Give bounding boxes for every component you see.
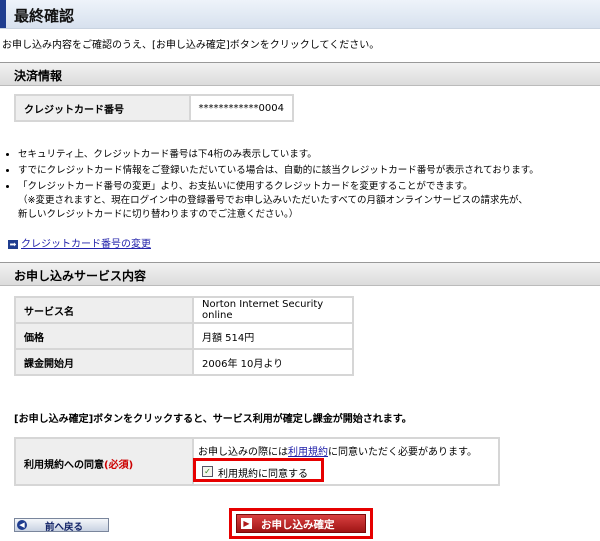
back-button-label: 前へ戻る xyxy=(45,522,84,533)
agreement-label: 利用規約への同意 xyxy=(24,460,104,471)
required-badge: (必須) xyxy=(104,460,134,471)
confirm-notice: [お申し込み確定]ボタンをクリックすると、サービス利用が確定し課金が開始されます… xyxy=(14,414,412,425)
service-section-header: お申し込みサービス内容 xyxy=(0,262,600,286)
note-item: すでにクレジットカード情報をご登録いただいている場合は、自動的に該当クレジットカ… xyxy=(18,164,598,178)
card-number-value: ************0004 xyxy=(190,96,292,120)
billing-start-value: 2006年 10月より xyxy=(194,350,352,374)
note-text: （※変更されますと、現在ログイン中の登録番号でお申し込みいただいたすべての月額オ… xyxy=(18,195,528,206)
arrow-right-icon: ➡ xyxy=(8,239,18,249)
play-icon: ▶ xyxy=(241,518,252,529)
title-accent-bar xyxy=(0,0,6,28)
payment-section-title: 決済情報 xyxy=(14,69,63,83)
price-value: 月額 514円 xyxy=(194,324,352,348)
change-card-link-row: ➡ クレジットカード番号の変更 xyxy=(8,235,151,250)
billing-start-label: 課金開始月 xyxy=(16,350,192,374)
price-label: 価格 xyxy=(16,324,192,348)
agree-checkbox[interactable]: ✓ xyxy=(202,466,213,477)
terms-link[interactable]: 利用規約 xyxy=(288,447,328,458)
arrow-left-icon: ◀ xyxy=(17,520,27,530)
page-title: 最終確認 xyxy=(14,7,75,25)
service-name-value: Norton Internet Security online xyxy=(194,298,352,322)
card-number-label: クレジットカード番号 xyxy=(16,96,189,120)
table-row: 課金開始月 2006年 10月より xyxy=(16,350,352,374)
agree-checkbox-highlight: ✓ 利用規約に同意する xyxy=(193,458,324,482)
payment-notes: セキュリティ上、クレジットカード番号は下4桁のみ表示しています。 すでにクレジッ… xyxy=(0,148,598,224)
note-item: セキュリティ上、クレジットカード番号は下4桁のみ表示しています。 xyxy=(18,148,598,162)
payment-section-header: 決済情報 xyxy=(0,62,600,86)
note-text: 「クレジットカード番号の変更」より、お支払いに使用するクレジットカードを変更する… xyxy=(18,181,473,192)
note-text: 新しいクレジットカードに切り替わりますのでご注意ください。） xyxy=(18,209,299,220)
intro-text: お申し込み内容をご確認のうえ、[お申し込み確定]ボタンをクリックしてください。 xyxy=(2,40,380,51)
service-section-title: お申し込みサービス内容 xyxy=(14,269,147,283)
title-bar: 最終確認 xyxy=(0,0,600,29)
table-row: サービス名 Norton Internet Security online xyxy=(16,298,352,322)
change-card-link[interactable]: クレジットカード番号の変更 xyxy=(21,239,151,250)
agreement-label-cell: 利用規約への同意(必須) xyxy=(16,439,192,484)
submit-button-label: お申し込み確定 xyxy=(261,519,335,531)
service-table: サービス名 Norton Internet Security online 価格… xyxy=(14,296,354,376)
back-button[interactable]: ◀ 前へ戻る xyxy=(14,518,109,533)
note-item: 「クレジットカード番号の変更」より、お支払いに使用するクレジットカードを変更する… xyxy=(18,180,598,222)
card-number-row: クレジットカード番号 ************0004 xyxy=(16,96,292,120)
agreement-message: お申し込みの際には利用規約に同意いただく必要があります。 xyxy=(198,447,477,458)
table-row: 価格 月額 514円 xyxy=(16,324,352,348)
submit-button[interactable]: ▶ お申し込み確定 xyxy=(236,514,366,533)
payment-table: クレジットカード番号 ************0004 xyxy=(14,94,294,122)
submit-button-highlight: ▶ お申し込み確定 xyxy=(229,508,373,539)
service-name-label: サービス名 xyxy=(16,298,192,322)
agree-checkbox-label[interactable]: 利用規約に同意する xyxy=(218,465,308,480)
